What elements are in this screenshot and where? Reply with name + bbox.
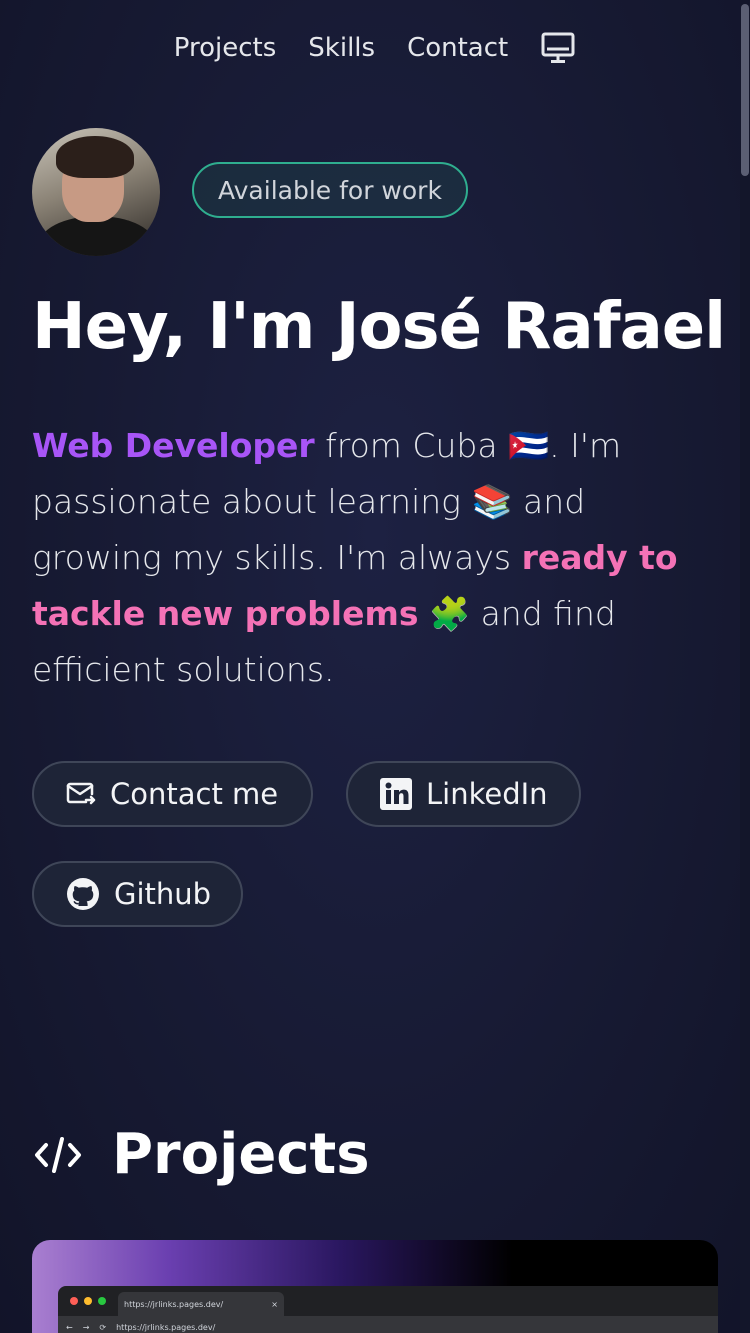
github-label: Github xyxy=(114,877,212,911)
bio-text-1: from Cuba xyxy=(314,426,509,465)
mail-icon xyxy=(66,782,96,805)
projects-title: Projects xyxy=(112,1122,370,1187)
close-icon: × xyxy=(271,1299,278,1309)
nav-item-skills[interactable]: Skills xyxy=(308,33,375,63)
preview-tab-title: https://jrlinks.pages.dev/ xyxy=(124,1299,224,1309)
github-button[interactable]: Github xyxy=(32,861,243,927)
linkedin-button[interactable]: LinkedIn xyxy=(346,761,581,827)
project-preview-browser: https://jrlinks.pages.dev/ × ← → ⟳ https… xyxy=(58,1286,718,1333)
avatar xyxy=(32,128,160,256)
reload-icon: ⟳ xyxy=(99,1322,107,1332)
nav-item-projects[interactable]: Projects xyxy=(174,33,277,63)
github-icon xyxy=(67,878,99,910)
status-badge: Available for work xyxy=(192,162,468,218)
bio-role: Web Developer xyxy=(32,426,315,465)
close-dot-icon xyxy=(70,1297,78,1305)
cuba-flag-icon: 🇨🇺 xyxy=(508,426,550,465)
preview-browser-tab: https://jrlinks.pages.dev/ × xyxy=(118,1292,284,1316)
puzzle-icon: 🧩 xyxy=(429,594,471,633)
contact-me-button[interactable]: Contact me xyxy=(32,761,313,827)
forward-arrow-icon: → xyxy=(82,1322,90,1332)
monitor-icon[interactable] xyxy=(540,30,576,66)
page-title: Hey, I'm José Rafael xyxy=(32,290,726,364)
project-card[interactable]: https://jrlinks.pages.dev/ × ← → ⟳ https… xyxy=(32,1240,718,1333)
nav-item-contact[interactable]: Contact xyxy=(407,33,508,63)
top-nav: Projects Skills Contact xyxy=(0,30,750,66)
page-scrollbar[interactable] xyxy=(740,0,750,1333)
preview-address-bar: ← → ⟳ https://jrlinks.pages.dev/ xyxy=(58,1316,718,1333)
minimize-dot-icon xyxy=(84,1297,92,1305)
contact-me-label: Contact me xyxy=(110,777,279,811)
maximize-dot-icon xyxy=(98,1297,106,1305)
window-controls xyxy=(70,1297,106,1305)
preview-url: https://jrlinks.pages.dev/ xyxy=(116,1322,216,1332)
projects-heading: Projects xyxy=(34,1122,370,1187)
linkedin-icon xyxy=(380,778,412,810)
code-icon xyxy=(35,1136,81,1173)
back-arrow-icon: ← xyxy=(66,1322,73,1332)
bio-text-4 xyxy=(419,594,430,633)
bio-paragraph: Web Developer from Cuba 🇨🇺. I'm passiona… xyxy=(32,418,722,698)
books-icon: 📚 xyxy=(471,482,513,521)
linkedin-label: LinkedIn xyxy=(426,777,548,811)
